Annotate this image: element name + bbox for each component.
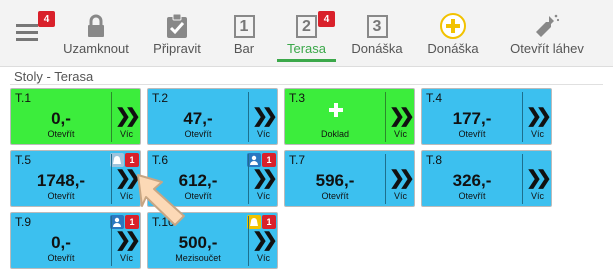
table-name: T.6 <box>152 153 169 167</box>
delivery-label: Donáška <box>351 41 403 56</box>
double-chevron-right-icon[interactable]: ❯❯ <box>252 169 278 188</box>
table-tile-t7[interactable]: T.7 596,- Otevřít ❯❯ Víc <box>284 150 415 207</box>
more-label: Víc <box>530 191 544 201</box>
toolbar: 4 Uzamknout Připravit 1 Bar 2 4 Terasa 3… <box>0 0 613 67</box>
open-table-button[interactable]: Otevřít <box>422 191 522 201</box>
table-amount: 500,- <box>178 233 218 252</box>
more-label: Víc <box>119 253 133 263</box>
more-label: Víc <box>256 253 270 263</box>
number-one-icon: 1 <box>229 12 259 40</box>
table-amount: 47,- <box>183 109 213 128</box>
table-amount: 596,- <box>315 171 355 190</box>
table-name: T.5 <box>15 153 32 167</box>
more-label: Víc <box>393 191 407 201</box>
receipt-button[interactable]: Doklad <box>285 129 385 139</box>
tab-terrace[interactable]: 2 4 Terasa <box>277 0 336 66</box>
pointer-arrow-icon <box>137 174 185 226</box>
double-chevron-right-icon[interactable]: ❯❯ <box>115 231 141 250</box>
lock-label: Uzamknout <box>63 41 129 56</box>
table-name: T.9 <box>15 215 32 229</box>
lock-icon <box>81 12 111 40</box>
terrace-label: Terasa <box>286 41 327 56</box>
notification-count: 1 <box>262 215 276 229</box>
more-label: Víc <box>393 129 407 139</box>
double-chevron-right-icon[interactable]: ❯❯ <box>389 107 415 126</box>
more-label: Víc <box>530 129 544 139</box>
table-amount: 1748,- <box>36 171 86 190</box>
open-table-button[interactable]: Otevřít <box>11 129 111 139</box>
clipboard-check-icon <box>162 12 192 40</box>
menu-badge: 4 <box>38 11 55 27</box>
bottle-icon <box>532 12 562 40</box>
tab-delivery[interactable]: 3 Donáška <box>348 0 406 66</box>
table-name: T.7 <box>289 153 306 167</box>
user-icon <box>110 215 124 229</box>
double-chevron-right-icon[interactable]: ❯❯ <box>389 169 415 188</box>
table-tile-t8[interactable]: T.8 326,- Otevřít ❯❯ Víc <box>421 150 552 207</box>
notification-count: 1 <box>262 153 276 167</box>
bell-icon <box>110 153 124 167</box>
divider <box>10 84 603 85</box>
prepare-label: Připravit <box>153 41 201 56</box>
add-delivery-label: Donáška <box>427 41 479 56</box>
table-name: T.4 <box>426 91 443 105</box>
number-two-icon: 2 <box>292 12 322 40</box>
table-tile-t4[interactable]: T.4 177,- Otevřít ❯❯ Víc <box>421 88 552 145</box>
open-table-button[interactable]: Otevřít <box>148 129 248 139</box>
double-chevron-right-icon[interactable]: ❯❯ <box>526 107 552 126</box>
open-table-button[interactable]: Otevřít <box>285 191 385 201</box>
more-label: Víc <box>256 191 270 201</box>
notification-count: 1 <box>125 153 139 167</box>
table-tile-t2[interactable]: T.2 47,- Otevřít ❯❯ Víc <box>147 88 278 145</box>
open-bottle-label: Otevřít láhev <box>510 41 584 56</box>
terrace-badge: 4 <box>318 11 335 27</box>
table-tile-t5[interactable]: T.5 1 1748,- Otevřít ❯❯ Víc <box>10 150 141 207</box>
double-chevron-right-icon[interactable]: ❯❯ <box>115 107 141 126</box>
more-label: Víc <box>119 129 133 139</box>
plus-circle-icon <box>438 12 468 40</box>
table-name: T.3 <box>289 91 306 105</box>
table-tile-t1[interactable]: T.1 0,- Otevřít ❯❯ Víc <box>10 88 141 145</box>
double-chevron-right-icon[interactable]: ❯❯ <box>115 169 141 188</box>
table-amount: 326,- <box>452 171 492 190</box>
table-tile-t3[interactable]: T.3 Doklad ❯❯ Víc <box>284 88 415 145</box>
table-tile-t9[interactable]: T.9 1 0,- Otevřít ❯❯ Víc <box>10 212 141 269</box>
plus-icon <box>329 103 343 117</box>
table-name: T.1 <box>15 91 32 105</box>
table-amount: 0,- <box>51 109 71 128</box>
open-bottle-button[interactable]: Otevřít láhev <box>499 0 595 66</box>
double-chevron-right-icon[interactable]: ❯❯ <box>252 231 278 250</box>
open-table-button[interactable]: Otevřít <box>422 129 522 139</box>
table-name: T.2 <box>152 91 169 105</box>
table-amount: 0,- <box>51 233 71 252</box>
add-delivery-button[interactable]: Donáška <box>424 0 482 66</box>
prepare-button[interactable]: Připravit <box>146 0 208 66</box>
menu-button[interactable]: 4 <box>8 0 55 66</box>
more-label: Víc <box>256 129 270 139</box>
double-chevron-right-icon[interactable]: ❯❯ <box>252 107 278 126</box>
table-name: T.8 <box>426 153 443 167</box>
user-icon <box>247 153 261 167</box>
bar-label: Bar <box>233 41 255 56</box>
lock-button[interactable]: Uzamknout <box>60 0 132 66</box>
double-chevron-right-icon[interactable]: ❯❯ <box>526 169 552 188</box>
subtotal-button[interactable]: Mezisoučet <box>148 253 248 263</box>
open-table-button[interactable]: Otevřít <box>11 191 111 201</box>
open-table-button[interactable]: Otevřít <box>11 253 111 263</box>
section-title: Stoly - Terasa <box>14 69 94 84</box>
table-amount: 177,- <box>452 109 492 128</box>
tab-bar[interactable]: 1 Bar <box>226 0 262 66</box>
number-three-icon: 3 <box>362 12 392 40</box>
bell-icon <box>247 215 261 229</box>
